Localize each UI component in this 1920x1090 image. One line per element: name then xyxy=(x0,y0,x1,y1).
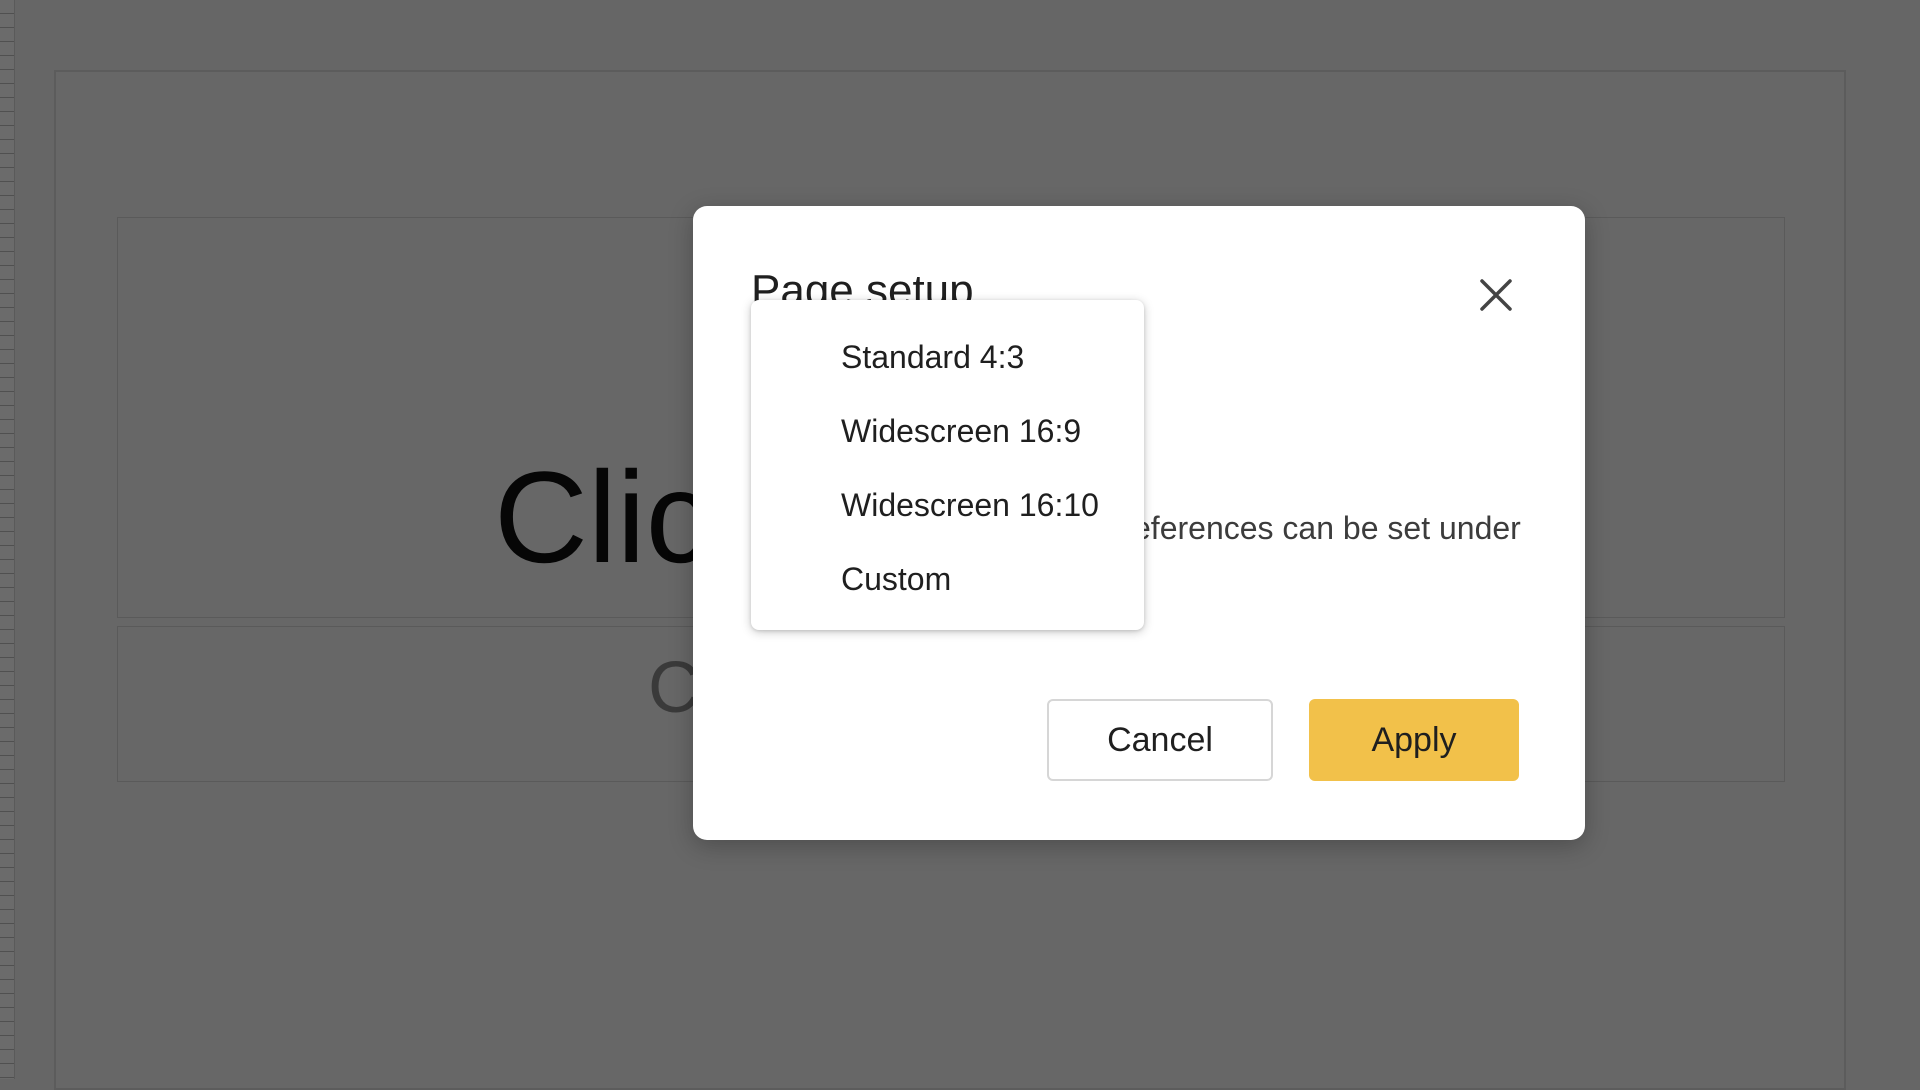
menu-item-standard-4-3[interactable]: Standard 4:3 xyxy=(751,320,1144,394)
menu-item-widescreen-16-9[interactable]: Widescreen 16:9 xyxy=(751,394,1144,468)
apply-button[interactable]: Apply xyxy=(1309,699,1519,781)
page-size-dropdown-menu: Standard 4:3 Widescreen 16:9 Widescreen … xyxy=(751,300,1144,630)
close-icon xyxy=(1480,279,1512,311)
cancel-button[interactable]: Cancel xyxy=(1047,699,1273,781)
menu-item-custom[interactable]: Custom xyxy=(751,542,1144,616)
title-placeholder-text: Clic xyxy=(494,444,711,590)
menu-item-widescreen-16-10[interactable]: Widescreen 16:10 xyxy=(751,468,1144,542)
vertical-ruler xyxy=(0,0,15,1079)
close-button[interactable] xyxy=(1473,272,1519,318)
dialog-body-text: eferences can be set under xyxy=(1133,510,1521,546)
